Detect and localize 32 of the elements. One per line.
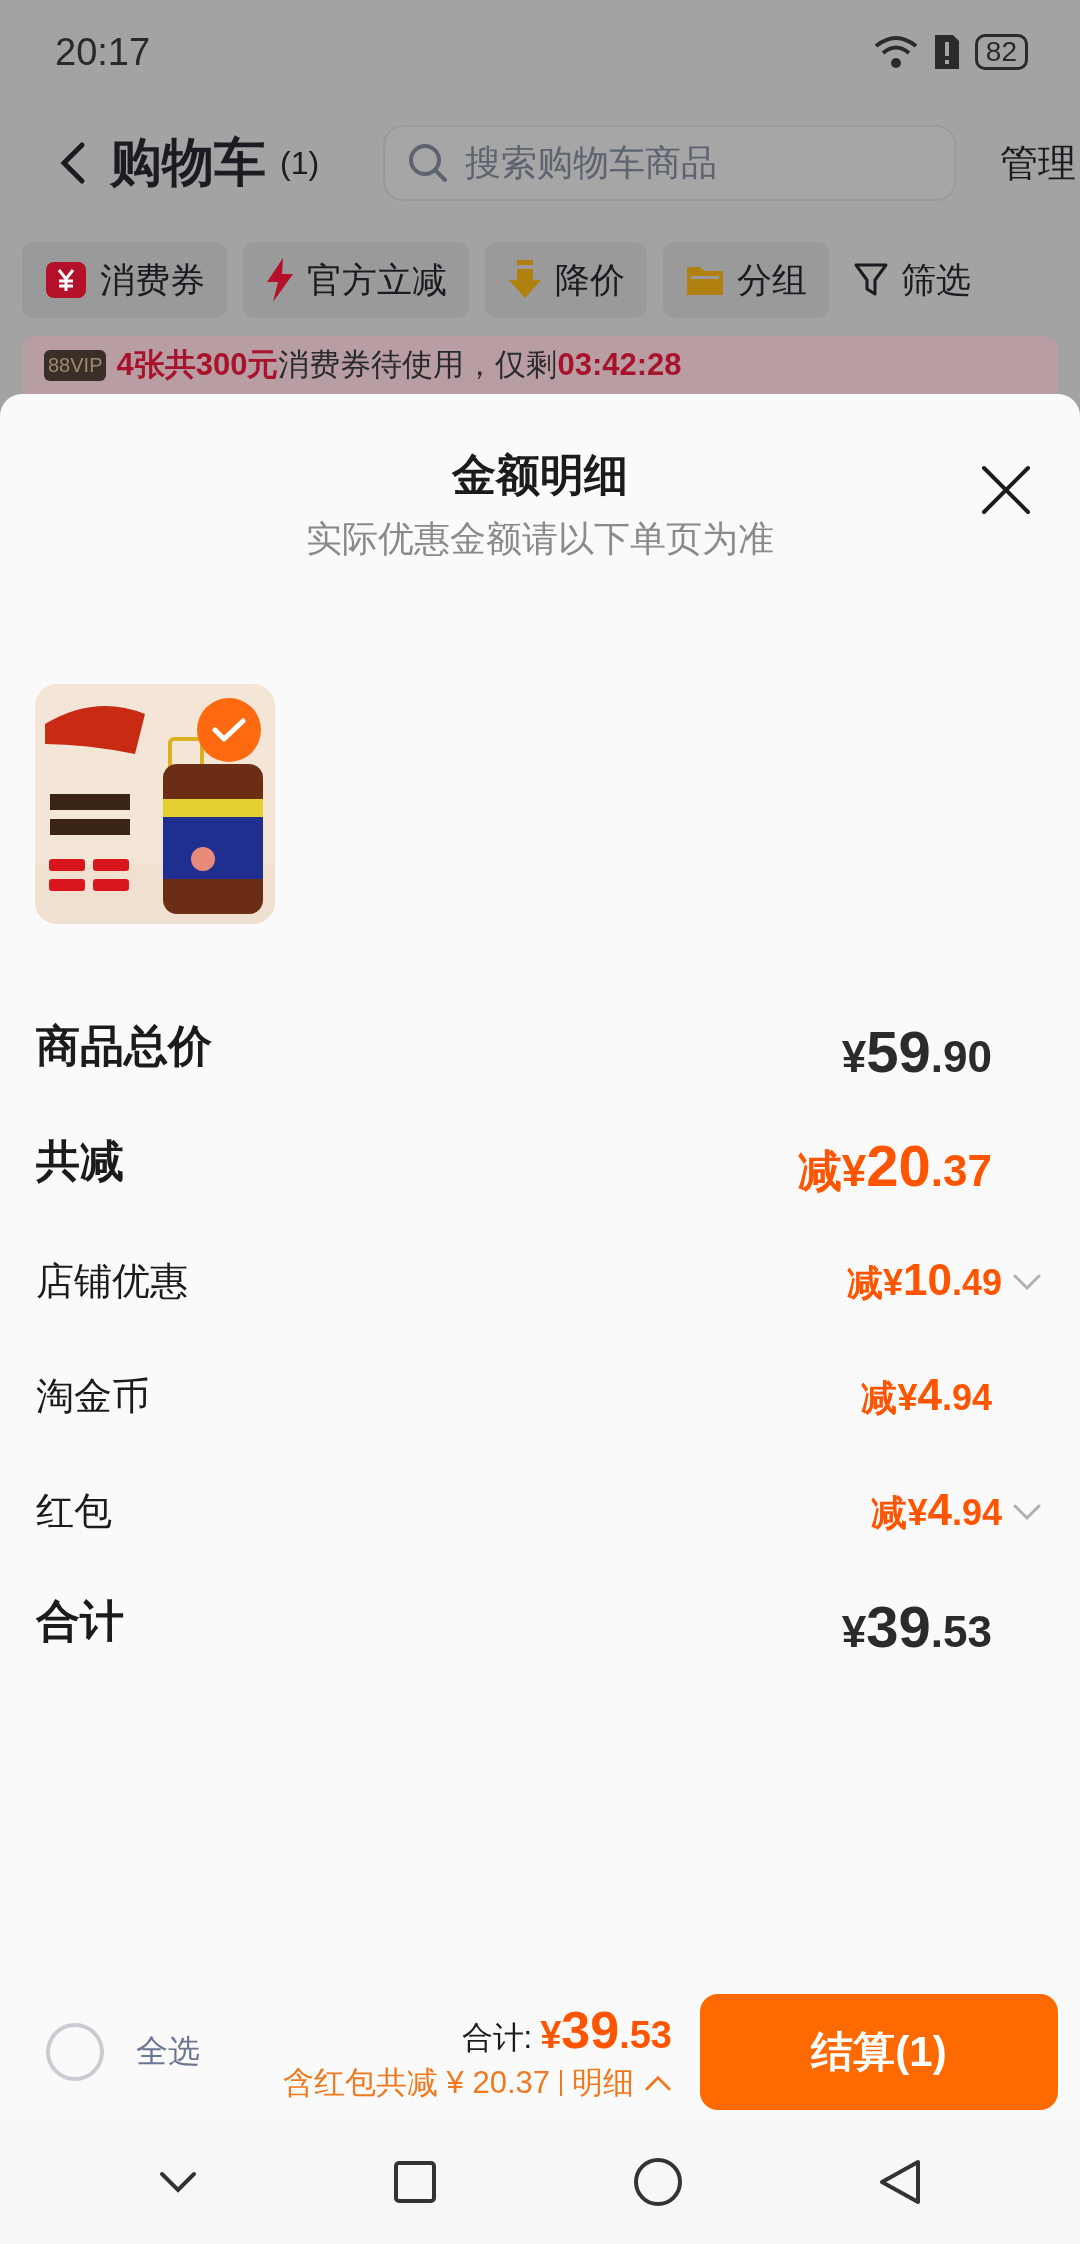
row-label: 淘金币 xyxy=(36,1374,150,1419)
row-label: 店铺优惠 xyxy=(36,1259,188,1304)
search-input[interactable]: 搜索购物车商品 xyxy=(463,141,933,185)
battery-indicator: 82 xyxy=(974,34,1028,70)
select-all-label: 全选 xyxy=(136,2032,200,2071)
banner-text: 4张共300元消费券待使用，仅剩03:42:28 xyxy=(116,346,682,384)
filter-chip[interactable]: 官方立减 xyxy=(243,242,469,318)
price: ¥39.53 xyxy=(841,1593,992,1660)
sheet-subtitle: 实际优惠金额请以下单页为准 xyxy=(306,517,774,561)
vip-badge: 88VIP xyxy=(44,349,107,381)
price: ¥59.90 xyxy=(841,1018,992,1085)
row-label: 红包 xyxy=(36,1489,112,1534)
page-title: 购物车 xyxy=(110,132,266,193)
price: 减¥4.94 xyxy=(871,1485,1002,1536)
filter-chip[interactable]: 筛选 xyxy=(845,242,979,318)
price: 减¥10.49 xyxy=(846,1255,1002,1306)
total-label: 合计: xyxy=(461,2019,533,2057)
search-field[interactable]: 搜索购物车商品 xyxy=(383,125,957,201)
price: 减¥20.37 xyxy=(797,1132,992,1200)
discount-note: 含红包共减 ¥ 20.37 xyxy=(282,2064,550,2102)
filter-chip[interactable]: 降价 xyxy=(485,242,647,318)
total-price: ¥39.53 xyxy=(540,2000,672,2060)
sheet-title: 金额明细 xyxy=(452,449,628,501)
row-label: 共减 xyxy=(36,1135,124,1187)
filter-chip[interactable]: 消费券 xyxy=(22,242,227,318)
filter-chip[interactable]: 分组 xyxy=(663,242,829,318)
price: 减¥4.94 xyxy=(861,1370,992,1421)
row-label: 商品总价 xyxy=(36,1020,212,1072)
row-label: 合计 xyxy=(36,1595,124,1647)
cart-count: (1) xyxy=(280,144,320,182)
status-time: 20:17 xyxy=(55,30,151,74)
manage-button[interactable]: 管理 xyxy=(1000,137,1077,189)
